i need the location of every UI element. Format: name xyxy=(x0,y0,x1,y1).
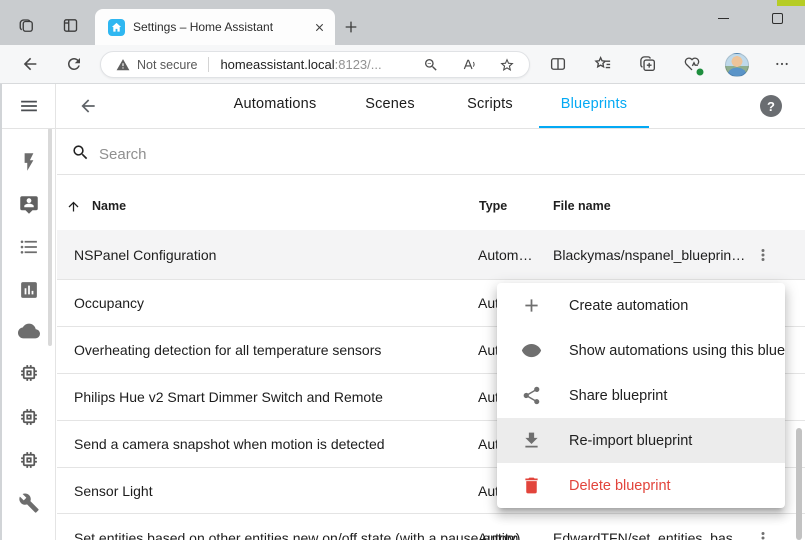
sidebar-item-chip-icon[interactable] xyxy=(19,407,40,428)
row-name: Occupancy xyxy=(74,295,144,311)
row-name: Sensor Light xyxy=(74,483,153,499)
tab-actions-icon[interactable] xyxy=(62,17,79,34)
sidebar-item-chip-icon[interactable] xyxy=(19,363,40,384)
refresh-icon[interactable] xyxy=(65,55,83,73)
row-overflow-menu-icon[interactable] xyxy=(752,244,774,266)
menu-item-show-automations[interactable]: Show automations using this blueprint xyxy=(497,328,785,373)
trash-icon xyxy=(521,475,542,496)
row-name: Overheating detection for all temperatur… xyxy=(74,342,381,358)
browser-window: Settings – Home Assistant Not secure hom… xyxy=(0,0,805,540)
address-separator xyxy=(208,57,209,72)
search-icon xyxy=(71,143,90,162)
menu-item-label: Re-import blueprint xyxy=(569,433,692,449)
sort-ascending-icon[interactable] xyxy=(66,199,81,214)
window-maximize-button[interactable] xyxy=(762,10,792,26)
menu-item-reimport-blueprint[interactable]: Re-import blueprint xyxy=(497,418,785,463)
new-tab-icon[interactable] xyxy=(343,19,359,35)
row-type: Autom… xyxy=(478,247,532,263)
row-name: Philips Hue v2 Smart Dimmer Switch and R… xyxy=(74,389,383,405)
sidebar-item-cloud-icon[interactable] xyxy=(18,320,40,342)
home-assistant-favicon xyxy=(108,19,125,36)
desktop-sliver xyxy=(777,0,805,6)
row-file: EdwardTFN/set_entities_bas… xyxy=(553,530,747,540)
browser-menu-icon[interactable] xyxy=(774,56,790,72)
hamburger-menu-icon[interactable] xyxy=(19,96,40,117)
plus-icon xyxy=(521,295,542,316)
not-secure-warning-icon xyxy=(116,58,130,72)
favorite-star-icon[interactable] xyxy=(499,57,515,73)
page-scrollbar[interactable] xyxy=(796,428,802,540)
menu-item-share-blueprint[interactable]: Share blueprint xyxy=(497,373,785,418)
split-screen-icon[interactable] xyxy=(549,55,567,73)
sidebar-item-energy-flash-icon[interactable] xyxy=(19,152,40,173)
profile-avatar[interactable] xyxy=(725,53,749,77)
collections-icon[interactable] xyxy=(639,55,658,74)
column-header-type[interactable]: Type xyxy=(479,199,507,213)
help-button[interactable]: ? xyxy=(760,95,782,117)
sidebar-scrollbar[interactable] xyxy=(48,128,52,346)
row-type: Autom… xyxy=(478,530,532,540)
search-divider xyxy=(57,174,805,175)
header-divider xyxy=(2,128,805,129)
table-row[interactable]: NSPanel Configuration Autom… Blackymas/n… xyxy=(57,230,805,280)
sidebar-item-account-tooltip-icon[interactable] xyxy=(19,195,40,216)
menu-item-label: Delete blueprint xyxy=(569,478,671,494)
essentials-status-badge xyxy=(696,68,705,77)
window-minimize-button[interactable] xyxy=(708,10,738,26)
search-input[interactable] xyxy=(99,141,499,167)
column-header-file[interactable]: File name xyxy=(553,199,611,213)
menu-item-delete-blueprint[interactable]: Delete blueprint xyxy=(497,463,785,508)
menu-item-label: Share blueprint xyxy=(569,388,667,404)
row-name: Set entities based on other entities new… xyxy=(74,530,520,540)
zoom-out-icon[interactable] xyxy=(423,57,439,73)
back-icon[interactable] xyxy=(21,55,40,74)
tab-scripts[interactable]: Scripts xyxy=(467,96,513,112)
security-label[interactable]: Not secure xyxy=(137,58,197,72)
menu-item-create-automation[interactable]: Create automation xyxy=(497,283,785,328)
row-file: Blackymas/nspanel_blueprin… xyxy=(553,247,745,263)
table-row[interactable]: Set entities based on other entities new… xyxy=(57,514,805,540)
row-name: Send a camera snapshot when motion is de… xyxy=(74,436,385,452)
browser-titlebar: Settings – Home Assistant xyxy=(0,0,805,45)
share-icon xyxy=(521,385,542,406)
favorites-icon[interactable] xyxy=(594,55,613,74)
ha-back-icon[interactable] xyxy=(78,96,98,116)
row-name: NSPanel Configuration xyxy=(74,247,216,263)
browser-tab[interactable]: Settings – Home Assistant xyxy=(95,9,335,45)
menu-item-label: Show automations using this blueprint xyxy=(569,343,785,359)
download-icon xyxy=(521,430,542,451)
eye-icon xyxy=(521,340,542,361)
read-aloud-icon[interactable] xyxy=(461,57,477,73)
address-path: :8123/... xyxy=(335,57,382,72)
row-overflow-menu-icon[interactable] xyxy=(752,527,774,540)
tab-close-icon[interactable] xyxy=(314,22,325,33)
tab-automations[interactable]: Automations xyxy=(234,96,317,112)
sidebar-item-wrench-icon[interactable] xyxy=(19,493,40,514)
browser-essentials-icon[interactable] xyxy=(683,55,702,74)
sidebar-item-history-chart-icon[interactable] xyxy=(19,280,40,301)
tab-blueprints[interactable]: Blueprints xyxy=(561,96,627,112)
menu-item-label: Create automation xyxy=(569,298,688,314)
address-bar[interactable]: Not secure homeassistant.local:8123/... xyxy=(100,51,530,78)
column-header-name[interactable]: Name xyxy=(92,199,126,213)
sidebar-item-chip-icon[interactable] xyxy=(19,450,40,471)
tab-title: Settings – Home Assistant xyxy=(133,20,306,34)
workspaces-icon[interactable] xyxy=(18,17,36,35)
sidebar-item-logbook-list-icon[interactable] xyxy=(19,237,40,258)
tab-scenes[interactable]: Scenes xyxy=(365,96,415,112)
browser-toolbar: Not secure homeassistant.local:8123/... xyxy=(0,45,805,84)
address-host: homeassistant.local xyxy=(220,57,334,72)
blueprint-context-menu: Create automation Show automations using… xyxy=(497,283,785,508)
